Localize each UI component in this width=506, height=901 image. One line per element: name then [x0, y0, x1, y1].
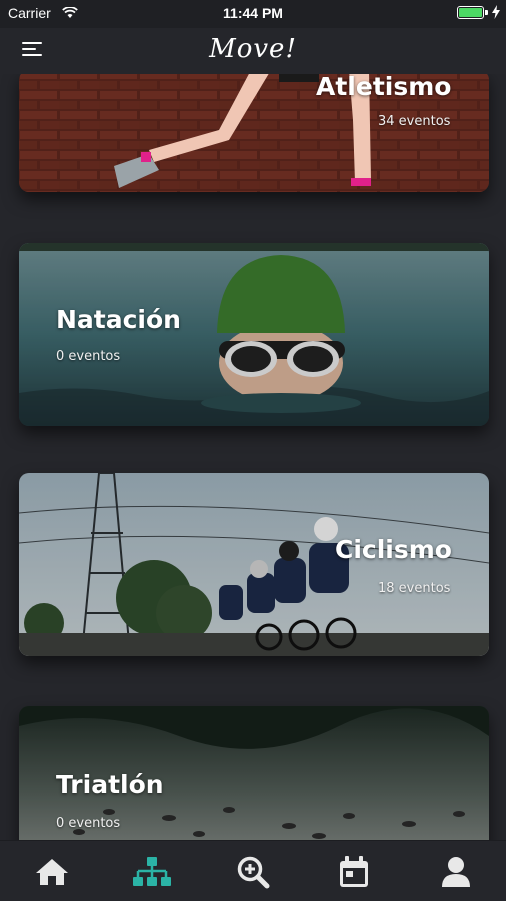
sitemap-icon — [133, 857, 171, 886]
swimming-image — [19, 243, 489, 426]
charging-icon — [492, 4, 500, 23]
tab-sports-hierarchy[interactable] — [132, 855, 172, 889]
search-zoom-icon — [237, 856, 270, 889]
nav-bar: Move! — [0, 28, 506, 74]
sport-card-count: 18 eventos — [378, 581, 451, 596]
sport-card-title: Ciclismo — [335, 535, 452, 564]
tab-search[interactable] — [233, 855, 273, 889]
sports-list[interactable]: Atletismo 34 eventos Natación 0 eventos … — [0, 74, 506, 840]
tab-calendar[interactable] — [334, 855, 374, 889]
sport-card-count: 34 eventos — [378, 114, 451, 129]
sport-card-ciclismo[interactable]: Ciclismo 18 eventos — [19, 473, 489, 656]
tab-bar — [0, 840, 506, 901]
calendar-icon — [340, 856, 368, 887]
status-time: 11:44 PM — [223, 5, 283, 21]
cycling-image — [19, 473, 489, 656]
home-icon — [36, 859, 68, 885]
app-logo: Move! — [209, 34, 297, 64]
tab-profile[interactable] — [436, 855, 476, 889]
user-icon — [442, 857, 470, 887]
sport-card-triatlon[interactable]: Triatlón 0 eventos — [19, 706, 489, 840]
sport-card-title: Triatlón — [56, 770, 164, 799]
tab-home[interactable] — [32, 855, 72, 889]
sport-card-count: 0 eventos — [56, 816, 121, 831]
sport-card-atletismo[interactable]: Atletismo 34 eventos — [19, 74, 489, 192]
battery-icon — [457, 6, 484, 19]
sport-card-natacion[interactable]: Natación 0 eventos — [19, 243, 489, 426]
sport-card-count: 0 eventos — [56, 349, 121, 364]
sport-card-title: Atletismo — [316, 74, 452, 101]
status-bar: Carrier 11:44 PM — [0, 0, 506, 28]
sport-card-title: Natación — [56, 305, 181, 334]
